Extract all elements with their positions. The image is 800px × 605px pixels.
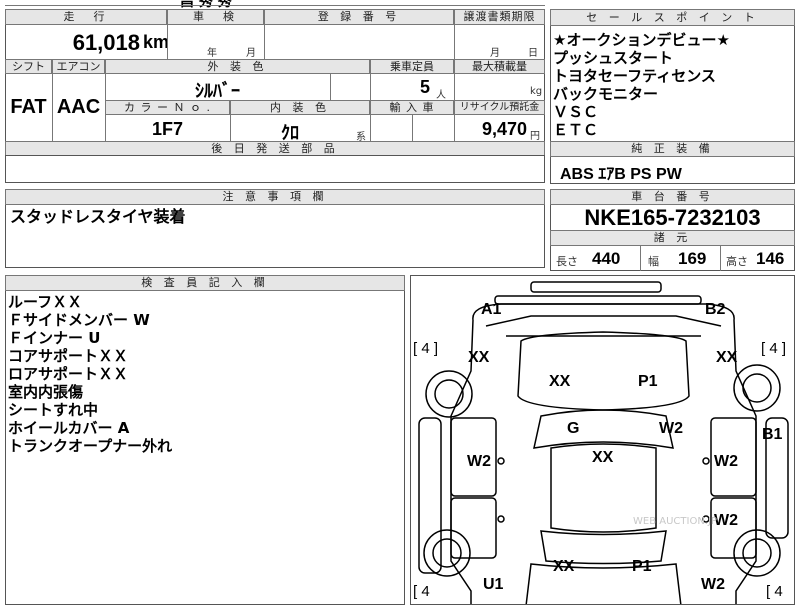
tire-rear-left-label: [ 4 xyxy=(413,583,430,600)
selling-point-5: ＶＳＣ xyxy=(553,103,599,121)
front-left-wheel xyxy=(425,370,473,418)
damage-p1-trunk-label: P1 xyxy=(632,558,652,575)
damage-xx-roof-label: XX xyxy=(592,449,614,466)
height-label: 高さ xyxy=(726,255,748,268)
inspection-month-unit: 月 xyxy=(246,48,256,59)
inspector-line-7: シートすれ中 xyxy=(8,401,99,419)
ac-header: エアコン xyxy=(52,59,105,74)
tire-rear-right-label: [ 4 xyxy=(766,583,783,600)
damage-a1-label: A1 xyxy=(481,301,502,318)
damage-w2-windshield-label: W2 xyxy=(659,420,683,437)
inspector-header: 検 査 員 記 入 欄 xyxy=(5,275,405,291)
inspector-line-3: Ｆインナー U xyxy=(8,329,101,347)
capacity-header: 乗車定員 xyxy=(370,59,454,74)
damage-xx-right-front-label: XX xyxy=(716,349,738,366)
tire-front-left-label: [ 4 ] xyxy=(413,340,439,357)
damage-xx-left-front-label: XX xyxy=(468,349,490,366)
inspector-line-1: ルーフＸＸ xyxy=(8,293,83,311)
damage-xx-trunk-label: XX xyxy=(553,558,575,575)
shift-value: FAT xyxy=(10,96,47,118)
selling-point-1: ★オークションデビュー★ xyxy=(553,31,730,49)
selling-point-6: ＥＴＣ xyxy=(553,121,599,139)
inspection-header: 車 検 xyxy=(167,9,264,25)
front-grille-bar xyxy=(494,295,702,305)
damage-p1-hood-label: P1 xyxy=(638,373,658,390)
genuine-equipment-header: 純 正 装 備 xyxy=(550,141,795,157)
genuine-equipment-value: ABS ｴｱB PS PW xyxy=(560,166,682,183)
mileage-unit: km xyxy=(143,32,170,52)
rear-left-wheel xyxy=(423,529,471,577)
damage-w2-left-label: W2 xyxy=(467,453,491,470)
left-rear-door xyxy=(450,497,497,559)
chassis-number: NKE165-7232103 xyxy=(584,205,761,230)
damage-w2-rear-label: W2 xyxy=(701,576,725,593)
inspector-line-8: ホイールカバー A xyxy=(8,419,130,437)
exterior-color-header: 外 装 色 xyxy=(105,59,370,74)
top-divider xyxy=(5,5,545,6)
notes-header: 注 意 事 項 欄 xyxy=(5,189,545,205)
chassis-header: 車 台 番 号 xyxy=(550,189,795,205)
transfer-deadline-header: 譲渡書類期限 xyxy=(454,9,545,25)
damage-b2-label: B2 xyxy=(705,301,726,318)
car-diagram-panel: [ 4 ] [ 4 ] [ 4 [ 4 A1 B2 XX XX XX P1 G … xyxy=(410,275,795,605)
inspector-line-6: 室内内張傷 xyxy=(8,383,84,401)
mileage-header: 走 行 xyxy=(5,9,167,25)
transfer-day-unit: 日 xyxy=(528,48,538,59)
color-no-value: 1F7 xyxy=(151,119,184,139)
inspection-year-unit: 年 xyxy=(207,48,217,59)
inspector-line-9: トランクオープナー外れ xyxy=(8,437,173,455)
max-load-header: 最大積載量 xyxy=(454,59,545,74)
recycle-header: リサイクル預託金 xyxy=(454,100,545,115)
width-value: 169 xyxy=(678,249,707,268)
left-rail xyxy=(418,417,442,574)
height-value: 146 xyxy=(756,249,785,268)
shift-header: シフト xyxy=(5,59,52,74)
damage-xx-hood-label: XX xyxy=(549,373,571,390)
hood-outline xyxy=(517,331,690,411)
damage-w2-right-label: W2 xyxy=(714,453,738,470)
length-value: 440 xyxy=(592,249,621,268)
recycle-value: 9,470 xyxy=(481,119,527,139)
max-load-unit: kg xyxy=(530,86,543,97)
inspector-line-2: Ｆサイドメンバー W xyxy=(8,311,150,329)
registration-header: 登 録 番 号 xyxy=(264,9,454,25)
car-outline-diagram xyxy=(418,281,789,604)
selling-point-2: プッシュスタート xyxy=(553,49,674,67)
damage-u1-label: U1 xyxy=(483,576,504,593)
dimensions-header: 諸 元 xyxy=(550,230,795,246)
inspector-line-5: ロアサポートＸＸ xyxy=(8,365,129,383)
ac-value: AAC xyxy=(56,96,101,118)
inspector-line-4: コアサポートＸＸ xyxy=(8,347,129,365)
transfer-month-unit: 月 xyxy=(490,48,500,59)
interior-color-header: 内 装 色 xyxy=(230,100,370,115)
capacity-unit: 人 xyxy=(436,90,446,101)
import-header: 輸 入 車 xyxy=(370,100,454,115)
damage-b1-label: B1 xyxy=(762,426,783,443)
width-label: 幅 xyxy=(648,255,659,268)
windshield-outline xyxy=(533,409,674,449)
damage-g-label: G xyxy=(567,420,580,437)
tire-front-right-label: [ 4 ] xyxy=(761,340,787,357)
watermark: WEB AUCTION.JP xyxy=(633,516,717,527)
color-no-header: カ ラ ー Ｎ ｏ . xyxy=(105,100,230,115)
front-bumper-bar xyxy=(530,281,662,293)
front-right-wheel xyxy=(733,364,781,412)
later-parts-header: 後 日 発 送 部 品 xyxy=(5,141,545,156)
damage-w2-right-rear-label: W2 xyxy=(714,512,738,529)
selling-points-header: セ ー ル ス ポ イ ン ト xyxy=(550,9,795,26)
selling-point-4: バックモニター xyxy=(553,85,659,103)
trunk-outline xyxy=(525,563,682,604)
later-parts-field xyxy=(5,155,545,183)
headlight-row xyxy=(485,315,722,327)
mileage-value: 61,018 xyxy=(72,30,140,55)
recycle-unit: 円 xyxy=(530,131,540,142)
capacity-value: 5 xyxy=(419,77,430,97)
notes-value: スタッドレスタイヤ装着 xyxy=(10,207,186,226)
length-label: 長さ xyxy=(556,255,578,268)
selling-point-3: トヨタセーフティセンス xyxy=(553,67,716,85)
rear-right-wheel xyxy=(733,529,781,577)
